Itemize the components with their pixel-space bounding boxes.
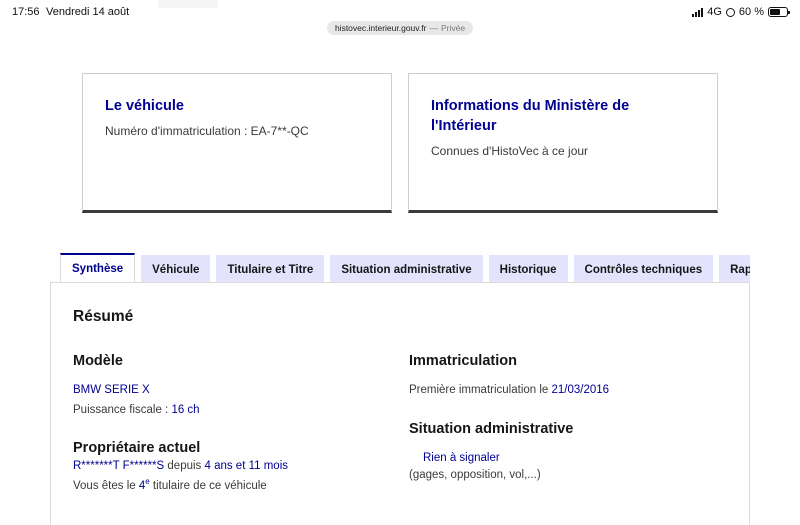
battery-icon bbox=[768, 7, 790, 17]
orientation-lock-icon bbox=[725, 7, 735, 17]
admin-status: Rien à signaler bbox=[423, 452, 500, 464]
network-label: 4G bbox=[707, 6, 722, 18]
tab-synthese[interactable]: Synthèse bbox=[60, 253, 136, 283]
url-bar[interactable]: histovec.interieur.gouv.fr — Privée bbox=[327, 21, 473, 35]
fiscal-power-value: 16 ch bbox=[171, 404, 200, 416]
ministry-card-text: Connues d'HistoVec à ce jour bbox=[431, 144, 589, 158]
owner-since-value: 4 ans et 11 mois bbox=[204, 460, 289, 472]
owner-heading: Propriétaire actuel bbox=[73, 440, 201, 456]
tab-bar: Synthèse Véhicule Titulaire et Titre Sit… bbox=[60, 253, 750, 283]
summary-panel: Résumé Modèle BMW SERIE X Puissance fisc… bbox=[50, 282, 750, 525]
first-registration-date: 21/03/2016 bbox=[551, 384, 610, 396]
status-indicators: 4G 60 % bbox=[692, 6, 790, 18]
tab-situation-administrative[interactable]: Situation administrative bbox=[330, 255, 483, 283]
vehicle-card-title: Le véhicule bbox=[105, 98, 184, 114]
registration-number: Numéro d'immatriculation : EA-7**-QC bbox=[105, 124, 309, 138]
private-mode-label: Privée bbox=[440, 23, 466, 33]
battery-fill bbox=[770, 9, 780, 15]
admin-heading: Situation administrative bbox=[409, 421, 574, 437]
vehicle-card: Le véhicule Numéro d'immatriculation : E… bbox=[82, 73, 392, 213]
summary-title: Résumé bbox=[73, 308, 134, 325]
model-name: BMW SERIE X bbox=[73, 384, 150, 396]
status-time: 17:56 bbox=[12, 6, 40, 18]
tab-historique[interactable]: Historique bbox=[488, 255, 568, 283]
model-heading: Modèle bbox=[73, 353, 123, 369]
ministry-card: Informations du Ministère de l'Intérieur… bbox=[408, 73, 718, 213]
ministry-card-title: Informations du Ministère de l'Intérieur bbox=[431, 98, 630, 134]
header-fragment bbox=[158, 0, 218, 8]
owner-since-label: depuis bbox=[164, 460, 205, 472]
owner-rank: Vous êtes le 4e titulaire de ce véhicule bbox=[73, 477, 267, 492]
signal-icon bbox=[692, 7, 704, 17]
url-separator: — bbox=[429, 23, 438, 33]
admin-detail: (gages, opposition, vol,...) bbox=[409, 469, 541, 481]
registration-heading: Immatriculation bbox=[409, 353, 517, 369]
status-date: Vendredi 14 août bbox=[46, 6, 130, 18]
tab-vehicule[interactable]: Véhicule bbox=[141, 255, 211, 283]
tab-rapport[interactable]: Rap bbox=[719, 255, 750, 283]
tab-titulaire-titre[interactable]: Titulaire et Titre bbox=[216, 255, 325, 283]
owner-rank-prefix: Vous êtes le bbox=[73, 479, 139, 492]
fiscal-power: Puissance fiscale : 16 ch bbox=[73, 404, 200, 416]
status-bar: 17:56 Vendredi 14 août 4G 60 % bbox=[0, 0, 800, 22]
first-registration: Première immatriculation le 21/03/2016 bbox=[409, 384, 609, 396]
first-registration-label: Première immatriculation le bbox=[409, 384, 552, 396]
url-host: histovec.interieur.gouv.fr bbox=[334, 23, 427, 33]
owner-name: R*******T F******S bbox=[73, 460, 165, 472]
owner-rank-suffix: titulaire de ce véhicule bbox=[149, 479, 267, 492]
owner-line: R*******T F******S depuis 4 ans et 11 mo… bbox=[73, 460, 288, 472]
tab-controles-techniques[interactable]: Contrôles techniques bbox=[573, 255, 714, 283]
fiscal-power-label: Puissance fiscale : bbox=[73, 404, 172, 416]
battery-percent: 60 % bbox=[738, 6, 764, 18]
